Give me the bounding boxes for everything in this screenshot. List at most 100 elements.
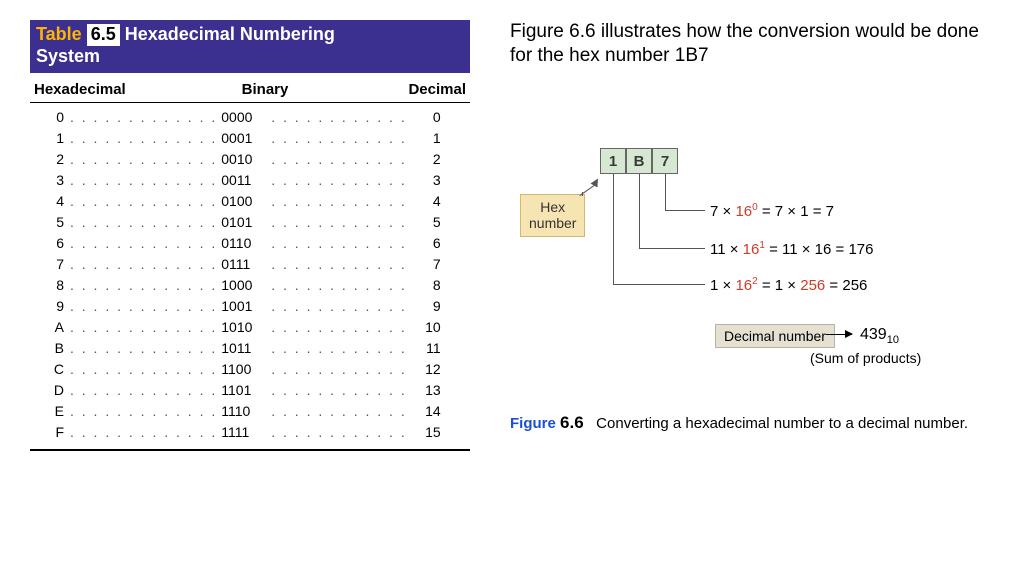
cell-hex: 3 xyxy=(34,170,66,191)
connector-line xyxy=(613,174,614,284)
leader-dots: . . . . . . . . . . . . xyxy=(267,317,410,338)
hex-digit-1: 1 xyxy=(600,148,626,174)
intro-paragraph: Figure 6.6 illustrates how the conversio… xyxy=(510,20,994,68)
col-hex: Hexadecimal xyxy=(34,81,154,98)
hex-digit-b: B xyxy=(626,148,652,174)
table-number: 6.5 xyxy=(87,24,120,46)
hex-digit-boxes: 1 B 7 xyxy=(600,148,678,174)
calc-row-3: 1 × 162 = 1 × 256 = 256 xyxy=(710,276,867,294)
connector-line xyxy=(579,184,594,195)
leader-dots: . . . . . . . . . . . . . xyxy=(66,380,221,401)
cell-hex: B xyxy=(34,338,66,359)
cell-dec: 11 xyxy=(411,338,441,359)
cell-dec: 13 xyxy=(411,380,441,401)
cell-dec: 6 xyxy=(411,233,441,254)
table-label: Table xyxy=(36,24,82,44)
cell-hex: 1 xyxy=(34,128,66,149)
cell-dec: 5 xyxy=(411,212,441,233)
table-row: C. . . . . . . . . . . . .1100. . . . . … xyxy=(34,359,466,380)
cell-dec: 3 xyxy=(411,170,441,191)
leader-dots: . . . . . . . . . . . . xyxy=(267,212,410,233)
leader-dots: . . . . . . . . . . . . . xyxy=(66,275,221,296)
leader-dots: . . . . . . . . . . . . xyxy=(267,338,410,359)
cell-dec: 0 xyxy=(411,107,441,128)
leader-dots: . . . . . . . . . . . . xyxy=(267,359,410,380)
leader-dots: . . . . . . . . . . . . . xyxy=(66,170,221,191)
connector-line xyxy=(665,210,705,211)
decimal-number-label: Decimal number xyxy=(715,324,835,348)
leader-dots: . . . . . . . . . . . . xyxy=(267,128,410,149)
leader-dots: . . . . . . . . . . . . xyxy=(267,296,410,317)
cell-hex: A xyxy=(34,317,66,338)
leader-dots: . . . . . . . . . . . . . xyxy=(66,149,221,170)
cell-hex: D xyxy=(34,380,66,401)
table-row: 0. . . . . . . . . . . . .0000. . . . . … xyxy=(34,107,466,128)
table-row: 1. . . . . . . . . . . . .0001. . . . . … xyxy=(34,128,466,149)
cell-hex: 2 xyxy=(34,149,66,170)
cell-dec: 2 xyxy=(411,149,441,170)
connector-line xyxy=(665,174,666,210)
leader-dots: . . . . . . . . . . . . xyxy=(267,149,410,170)
cell-hex: C xyxy=(34,359,66,380)
cell-bin: 0001 xyxy=(221,128,267,149)
cell-hex: 9 xyxy=(34,296,66,317)
hex-number-label: Hex number xyxy=(520,194,585,238)
connector-line xyxy=(639,174,640,248)
leader-dots: . . . . . . . . . . . . xyxy=(267,233,410,254)
leader-dots: . . . . . . . . . . . . . xyxy=(66,191,221,212)
leader-dots: . . . . . . . . . . . . xyxy=(267,275,410,296)
leader-dots: . . . . . . . . . . . . . xyxy=(66,422,221,443)
table-title-bar: Table 6.5 Hexadecimal Numbering System xyxy=(30,20,470,73)
table-title: Hexadecimal Numbering xyxy=(125,24,335,44)
table-row: 2. . . . . . . . . . . . .0010. . . . . … xyxy=(34,149,466,170)
cell-hex: 5 xyxy=(34,212,66,233)
cell-dec: 8 xyxy=(411,275,441,296)
cell-bin: 0000 xyxy=(221,107,267,128)
cell-hex: 7 xyxy=(34,254,66,275)
cell-dec: 15 xyxy=(411,422,441,443)
cell-bin: 1011 xyxy=(221,338,267,359)
leader-dots: . . . . . . . . . . . . . xyxy=(66,254,221,275)
calc-row-1: 7 × 160 = 7 × 1 = 7 xyxy=(710,202,834,220)
table-row: B. . . . . . . . . . . . .1011. . . . . … xyxy=(34,338,466,359)
figure-6-6-diagram: 1 B 7 Hex number 7 × 16 xyxy=(510,148,994,408)
cell-hex: 0 xyxy=(34,107,66,128)
leader-dots: . . . . . . . . . . . . . xyxy=(66,233,221,254)
cell-bin: 1010 xyxy=(221,317,267,338)
arrow-right-icon xyxy=(826,334,852,335)
table-row: 7. . . . . . . . . . . . .0111. . . . . … xyxy=(34,254,466,275)
cell-bin: 1100 xyxy=(221,359,267,380)
leader-dots: . . . . . . . . . . . . . xyxy=(66,317,221,338)
leader-dots: . . . . . . . . . . . . . xyxy=(66,107,221,128)
col-bin: Binary xyxy=(195,81,335,98)
cell-hex: F xyxy=(34,422,66,443)
leader-dots: . . . . . . . . . . . . xyxy=(267,422,410,443)
table-title-line2: System xyxy=(36,46,100,66)
cell-dec: 14 xyxy=(411,401,441,422)
table-row: F. . . . . . . . . . . . .1111. . . . . … xyxy=(34,422,466,443)
table-row: A. . . . . . . . . . . . .1010. . . . . … xyxy=(34,317,466,338)
leader-dots: . . . . . . . . . . . . . xyxy=(66,401,221,422)
connector-line xyxy=(613,284,705,285)
leader-dots: . . . . . . . . . . . . . xyxy=(66,296,221,317)
cell-bin: 1111 xyxy=(221,422,267,443)
leader-dots: . . . . . . . . . . . . xyxy=(267,401,410,422)
leader-dots: . . . . . . . . . . . . . xyxy=(66,338,221,359)
cell-bin: 0110 xyxy=(221,233,267,254)
cell-bin: 1110 xyxy=(221,401,267,422)
cell-dec: 1 xyxy=(411,128,441,149)
table-6-5: Table 6.5 Hexadecimal Numbering System H… xyxy=(30,20,470,451)
col-dec: Decimal xyxy=(376,81,466,98)
cell-bin: 0111 xyxy=(221,254,267,275)
cell-bin: 0011 xyxy=(221,170,267,191)
cell-bin: 0010 xyxy=(221,149,267,170)
leader-dots: . . . . . . . . . . . . . xyxy=(66,212,221,233)
hex-table-body: 0. . . . . . . . . . . . .0000. . . . . … xyxy=(30,103,470,451)
cell-bin: 1000 xyxy=(221,275,267,296)
cell-dec: 10 xyxy=(411,317,441,338)
leader-dots: . . . . . . . . . . . . xyxy=(267,107,410,128)
cell-hex: 4 xyxy=(34,191,66,212)
calc-row-2: 11 × 161 = 11 × 16 = 176 xyxy=(710,240,874,258)
cell-hex: 8 xyxy=(34,275,66,296)
cell-dec: 7 xyxy=(411,254,441,275)
